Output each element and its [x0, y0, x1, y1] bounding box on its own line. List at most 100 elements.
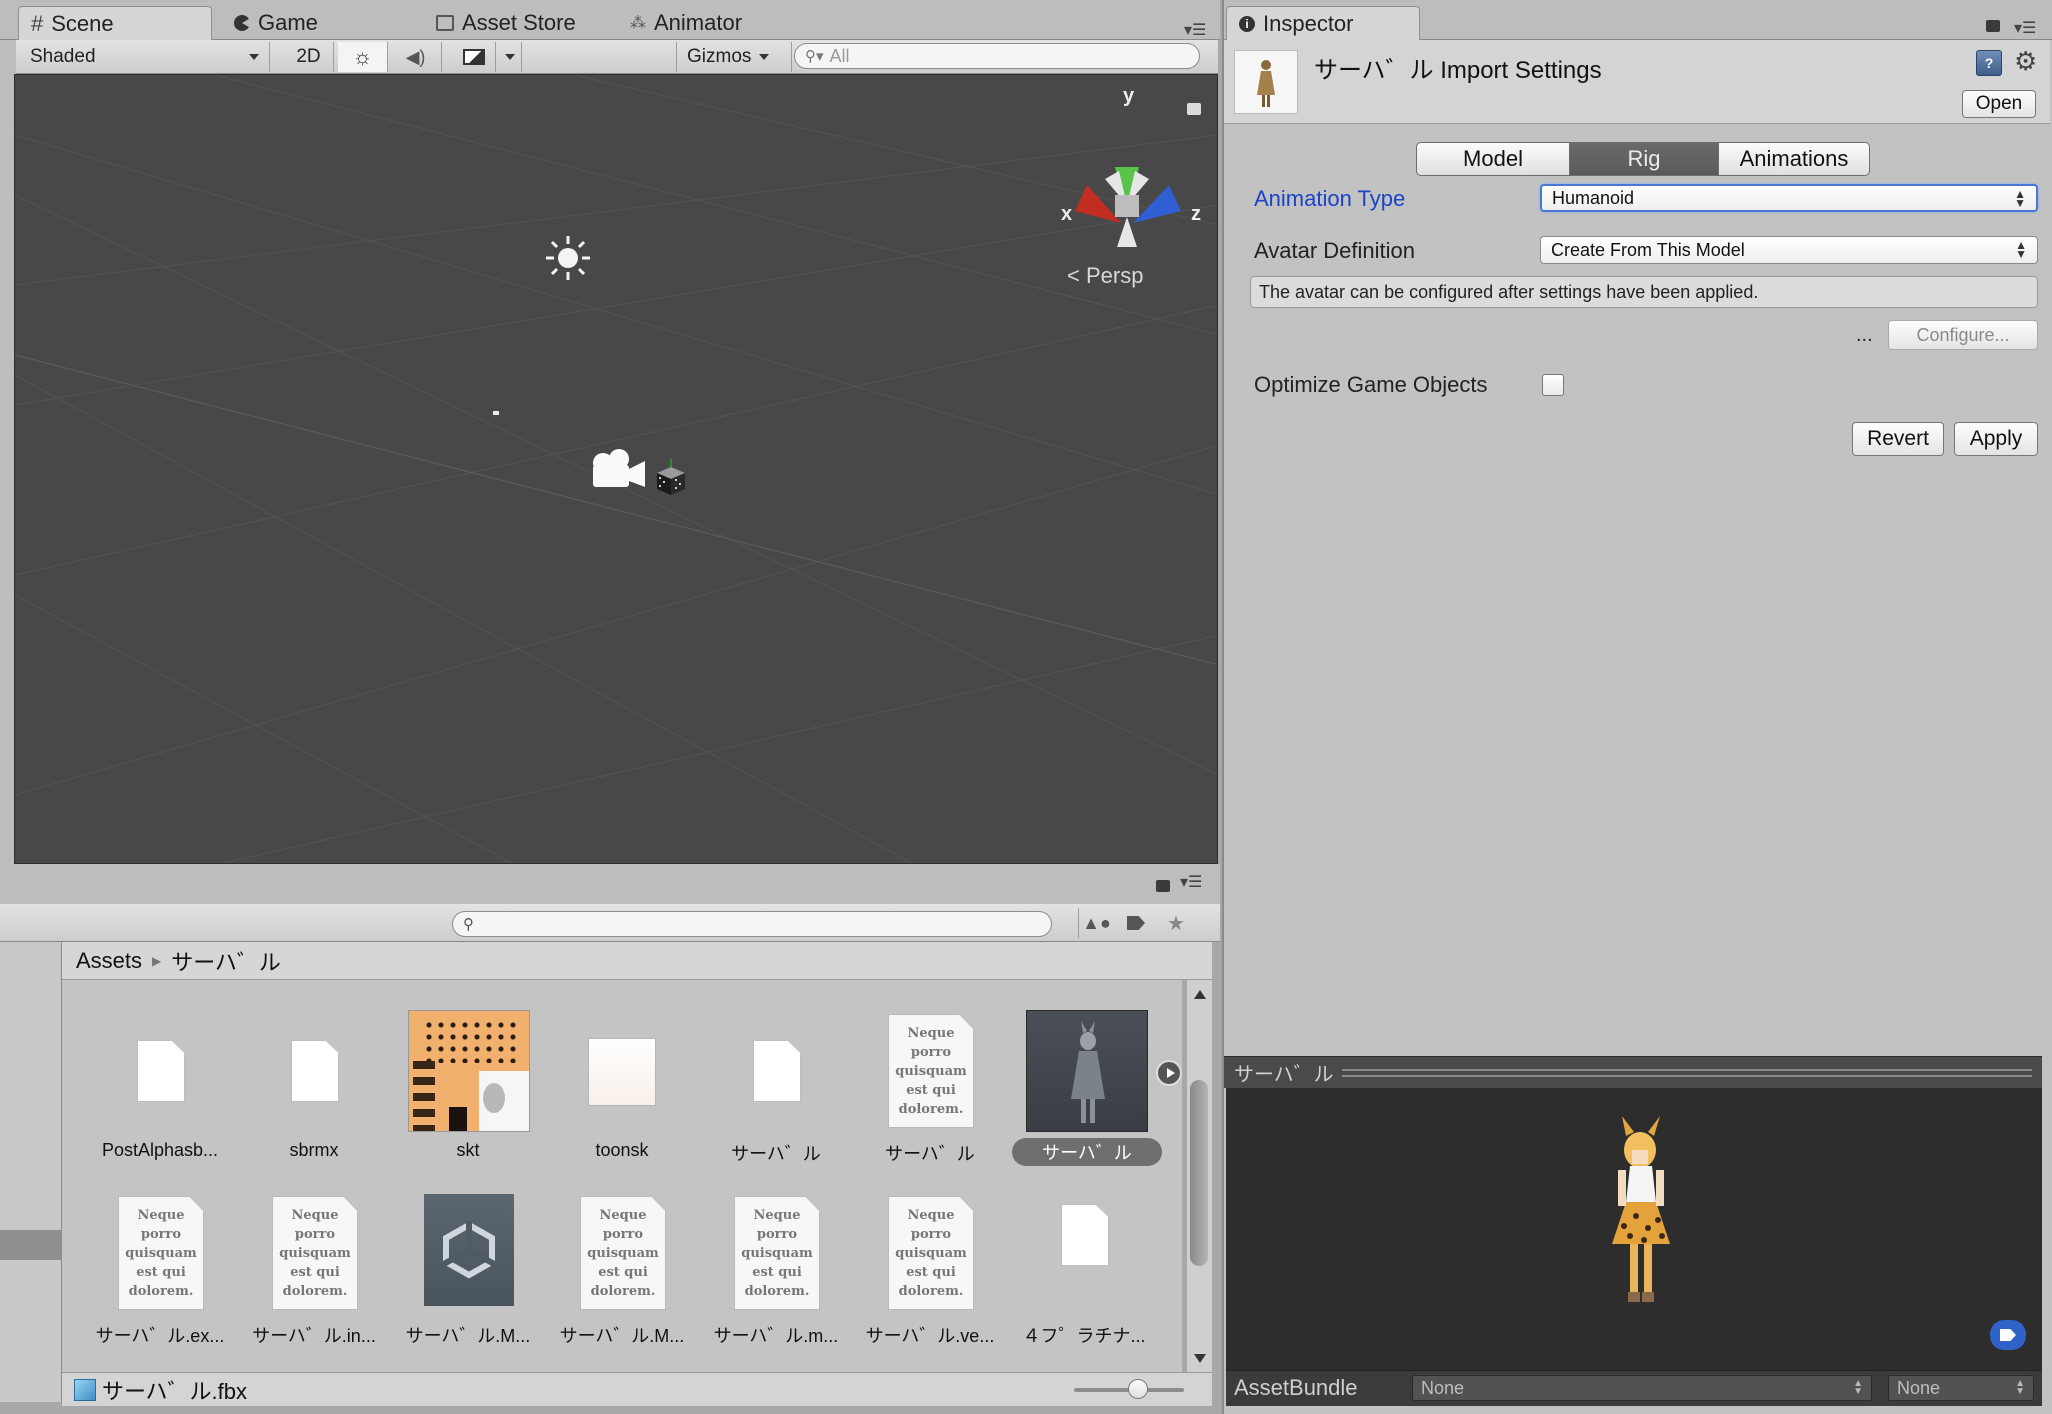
- document-icon: [137, 1040, 185, 1102]
- persp-arrow-icon: <: [1067, 263, 1080, 288]
- texture-thumbnail: [408, 1010, 530, 1132]
- text-asset-icon: Neque porro quisquam est qui dolorem.: [734, 1196, 820, 1310]
- store-icon: [436, 15, 454, 31]
- pacman-icon: [234, 15, 250, 31]
- favorite-button[interactable]: ★: [1158, 908, 1194, 938]
- tab-animator[interactable]: ⁂ Animator: [618, 6, 818, 40]
- thumbnail-size-slider[interactable]: [1074, 1379, 1184, 1399]
- tab-rig[interactable]: Rig: [1569, 142, 1719, 176]
- scroll-up-arrow-icon[interactable]: [1194, 990, 1206, 999]
- asset-serval-text[interactable]: Neque porro quisquam est qui dolorem. サー…: [860, 980, 1000, 1180]
- assetbundle-bar: AssetBundle None ▲ ▼ None ▲ ▼: [1226, 1370, 2042, 1406]
- apply-button[interactable]: Apply: [1954, 422, 2038, 456]
- selected-label-pill: サーハ゛ル: [1012, 1138, 1162, 1166]
- scroll-thumb[interactable]: [1190, 1080, 1208, 1266]
- lighting-toggle-button[interactable]: ☼: [338, 42, 388, 72]
- folder-tree-selection: [0, 1230, 62, 1260]
- avatar-definition-dropdown[interactable]: Create From This Model ▲ ▼: [1540, 236, 2038, 264]
- updown-arrow-icon: ▲ ▼: [2015, 238, 2027, 261]
- animation-type-label: Animation Type: [1254, 186, 1406, 211]
- tab-animations[interactable]: Animations: [1718, 142, 1870, 176]
- filter-by-label-button[interactable]: [1118, 908, 1154, 938]
- project-search-input[interactable]: ⚲: [452, 911, 1052, 937]
- panel-menu-icon[interactable]: ▾☰: [1184, 20, 1206, 40]
- asset-serval-m1[interactable]: Neque porro quisquam est qui dolorem. サー…: [552, 1170, 692, 1370]
- model-preview-area[interactable]: [1226, 1088, 2042, 1370]
- document-icon: [291, 1040, 339, 1102]
- assetbundle-label: AssetBundle: [1234, 1375, 1358, 1400]
- project-toolbar: ⚲ ▲● ★: [0, 904, 1220, 942]
- shading-dropdown[interactable]: Shaded: [20, 42, 270, 72]
- tab-model[interactable]: Model: [1416, 142, 1570, 176]
- asset-label-icon[interactable]: [1990, 1320, 2026, 1350]
- filter-by-type-button[interactable]: ▲●: [1078, 908, 1114, 938]
- unity-logo-icon: [424, 1194, 514, 1306]
- directional-light-icon[interactable]: [545, 235, 591, 281]
- breadcrumb-folder[interactable]: サーハ゛ル: [171, 945, 281, 977]
- assetbundle-dropdown[interactable]: None ▲ ▼: [1412, 1375, 1872, 1401]
- tag-icon: [1127, 916, 1145, 930]
- preview-title: サーハ゛ル: [1234, 1064, 1334, 1086]
- audio-toggle-button[interactable]: ◀): [390, 42, 442, 72]
- open-button[interactable]: Open: [1962, 90, 2036, 118]
- effects-toggle-button[interactable]: [452, 42, 496, 72]
- grid-icon: #: [31, 10, 44, 36]
- panel-menu-icon[interactable]: ▾☰: [1180, 872, 1202, 892]
- document-icon: [1061, 1204, 1109, 1266]
- import-settings-title: サーハ゛ル Import Settings: [1314, 57, 1602, 84]
- scene-search-input[interactable]: ⚲▾ All: [794, 43, 1200, 69]
- scene-viewport[interactable]: y x z < Persp: [14, 74, 1218, 864]
- asset-grid-scrollbar[interactable]: [1186, 980, 1212, 1372]
- asset-serval-model-selected[interactable]: サーハ゛ル: [1010, 980, 1182, 1180]
- tab-scene[interactable]: # Scene: [18, 6, 212, 40]
- lock-icon[interactable]: [1187, 103, 1201, 115]
- panel-menu-icon[interactable]: ▾☰: [2014, 18, 2036, 38]
- tab-asset-store[interactable]: Asset Store: [424, 6, 624, 40]
- tab-game[interactable]: Game: [222, 6, 402, 40]
- cube-object[interactable]: [651, 459, 691, 499]
- gizmos-dropdown[interactable]: Gizmos: [676, 42, 792, 72]
- breadcrumb-assets[interactable]: Assets: [76, 948, 142, 974]
- asset-serval-m2[interactable]: Neque porro quisquam est qui dolorem. サー…: [706, 1170, 846, 1370]
- inspector-tab-bar: i Inspector ▾☰: [1224, 0, 2052, 40]
- asset-skt[interactable]: skt: [398, 980, 538, 1180]
- asset-serval-ve[interactable]: Neque porro quisquam est qui dolorem. サー…: [860, 1170, 1000, 1370]
- project-folder-tree[interactable]: [0, 942, 62, 1402]
- import-settings-header: サーハ゛ル Import Settings ? ⚙ Open: [1224, 40, 2050, 124]
- preview-drag-handle[interactable]: [1341, 1068, 2032, 1077]
- model-asset-icon: [1234, 50, 1298, 114]
- blank-texture-thumbnail: [588, 1038, 656, 1106]
- tab-inspector[interactable]: i Inspector: [1226, 6, 1420, 40]
- asset-serval-in[interactable]: Neque porro quisquam est qui dolorem. サー…: [244, 1170, 384, 1370]
- assetbundle-variant-dropdown[interactable]: None ▲ ▼: [1888, 1375, 2034, 1401]
- play-animation-icon[interactable]: [1156, 1060, 1182, 1086]
- asset-sbrmx[interactable]: sbrmx: [244, 980, 384, 1180]
- optimize-game-objects-checkbox[interactable]: [1542, 374, 1564, 396]
- 2d-toggle-button[interactable]: 2D: [284, 42, 334, 72]
- preview-header[interactable]: サーハ゛ル: [1224, 1056, 2042, 1088]
- asset-postalphasb[interactable]: PostAlphasb...: [90, 980, 230, 1180]
- projection-label[interactable]: < Persp: [1067, 263, 1143, 289]
- shapes-icon: ▲●: [1082, 912, 1111, 933]
- camera-icon[interactable]: [587, 447, 647, 491]
- lock-icon[interactable]: [1156, 880, 1170, 892]
- chevron-down-icon: [504, 54, 515, 60]
- document-icon: [753, 1040, 801, 1102]
- asset-4platina[interactable]: ４フ゜ラチナ...: [1014, 1170, 1154, 1370]
- asset-serval-doc[interactable]: サーハ゛ル: [706, 980, 846, 1180]
- slider-knob[interactable]: [1128, 1379, 1148, 1399]
- revert-button[interactable]: Revert: [1852, 422, 1944, 456]
- search-icon: ⚲: [463, 916, 474, 933]
- asset-toonsk[interactable]: toonsk: [552, 980, 692, 1180]
- scene-tab-bar: # Scene Game Asset Store ⁂ Animator ▾☰: [0, 0, 1220, 40]
- help-book-icon[interactable]: ?: [1976, 50, 2002, 76]
- scroll-down-arrow-icon[interactable]: [1194, 1354, 1206, 1363]
- asset-serval-ex[interactable]: Neque porro quisquam est qui dolorem. サー…: [90, 1170, 230, 1370]
- effects-dropdown[interactable]: [498, 42, 522, 72]
- gear-icon[interactable]: ⚙: [2014, 46, 2037, 77]
- asset-serval-unity-scene[interactable]: サーハ゛ル.M...: [398, 1170, 538, 1370]
- lock-icon[interactable]: [1986, 20, 2000, 32]
- animation-type-dropdown[interactable]: Humanoid ▲ ▼: [1540, 184, 2038, 212]
- configure-button[interactable]: Configure...: [1888, 320, 2038, 350]
- avatar-definition-label: Avatar Definition: [1254, 238, 1416, 263]
